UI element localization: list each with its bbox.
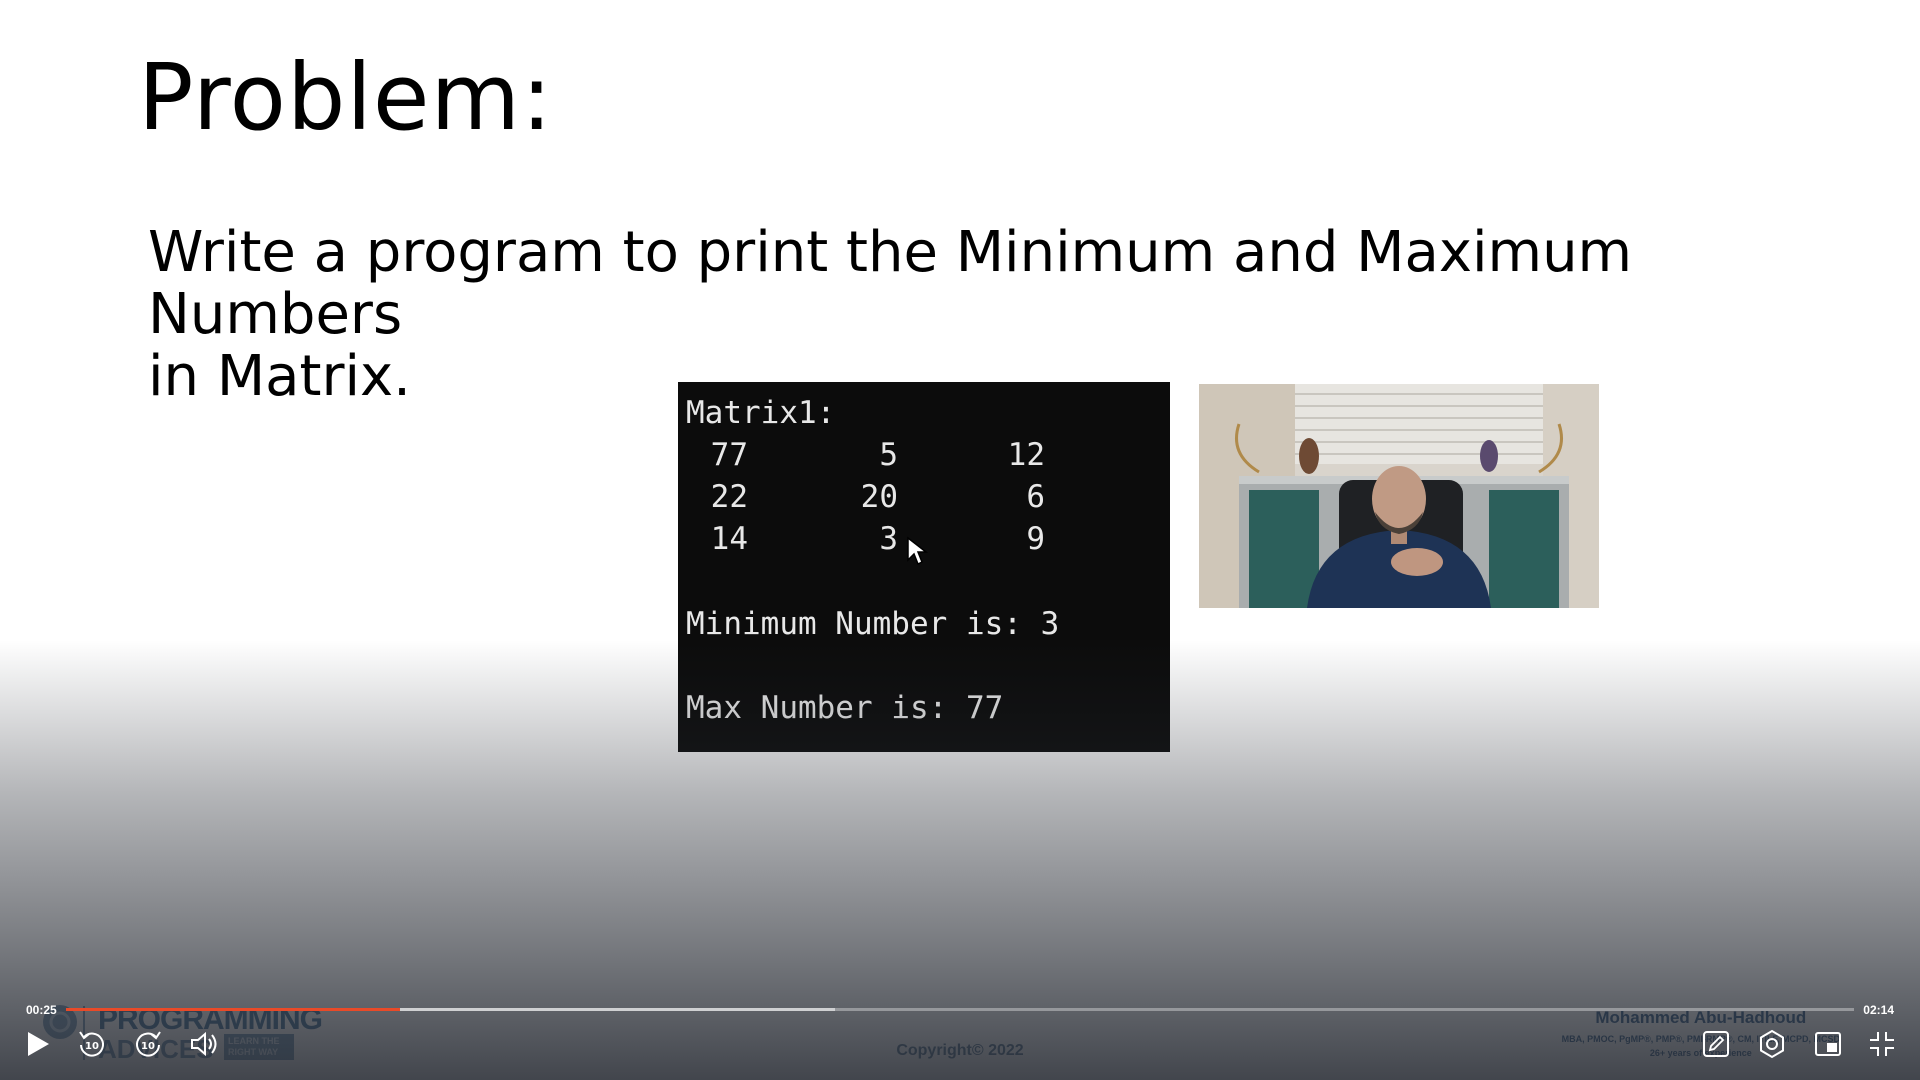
matrix-cell: 6 (1026, 479, 1045, 515)
forward-10-button[interactable]: 10 (132, 1028, 164, 1060)
presenter-video (1199, 384, 1599, 608)
matrix-cell: 9 (1026, 521, 1045, 557)
play-button[interactable] (22, 1028, 54, 1060)
rewind-10-button[interactable]: 10 (76, 1028, 108, 1060)
annotate-button[interactable] (1700, 1028, 1732, 1060)
current-time: 00:25 (26, 1003, 57, 1017)
problem-line-1: Write a program to print the Minimum and… (148, 220, 1633, 347)
matrix-cell: 20 (860, 479, 898, 515)
picture-in-picture-icon (1815, 1032, 1841, 1056)
matrix-cell: 5 (879, 437, 898, 473)
matrix-cell: 22 (710, 479, 748, 515)
svg-text:10: 10 (141, 1041, 155, 1052)
max-result: Max Number is: 77 (686, 690, 1004, 726)
progress-bar[interactable] (66, 1008, 1854, 1011)
forward-10-icon: 10 (136, 1031, 161, 1057)
matrix-cell: 77 (710, 437, 748, 473)
exit-fullscreen-icon (1870, 1032, 1894, 1056)
rewind-10-icon: 10 (79, 1031, 104, 1057)
pencil-icon (1703, 1031, 1729, 1057)
total-time: 02:14 (1863, 1003, 1894, 1017)
mouse-cursor-icon (907, 536, 929, 566)
progress-played (66, 1008, 401, 1011)
exit-fullscreen-button[interactable] (1866, 1028, 1898, 1060)
matrix-cell: 3 (879, 521, 898, 557)
author-name: Mohammed Abu-Hadhoud (1595, 1008, 1807, 1027)
slide-title: Problem: (138, 44, 554, 151)
matrix-cell: 12 (1007, 437, 1045, 473)
svg-text:10: 10 (85, 1041, 99, 1052)
volume-icon (191, 1031, 217, 1057)
webcam-feed (1199, 384, 1599, 608)
video-player[interactable]: Problem: Write a program to print the Mi… (0, 0, 1920, 1080)
matrix-heading: Matrix1: (686, 395, 836, 431)
min-result: Minimum Number is: 3 (686, 606, 1060, 642)
picture-in-picture-button[interactable] (1812, 1028, 1844, 1060)
gear-icon (1760, 1029, 1784, 1059)
problem-statement: Write a program to print the Minimum and… (148, 222, 1788, 408)
play-icon (28, 1032, 49, 1056)
settings-button[interactable] (1756, 1028, 1788, 1060)
matrix-cell: 14 (710, 521, 748, 557)
volume-button[interactable] (188, 1028, 220, 1060)
